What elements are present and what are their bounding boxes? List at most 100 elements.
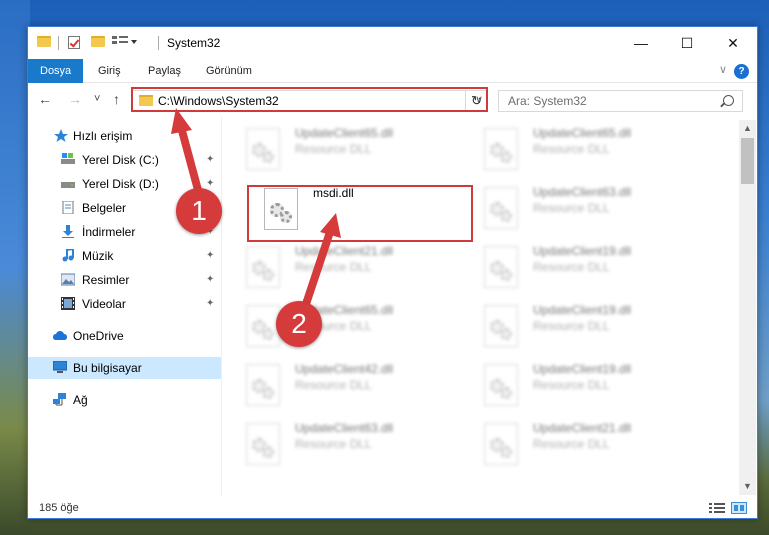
divider (158, 36, 159, 50)
file-name: UpdateClient19.dll (533, 303, 632, 317)
maximize-button[interactable]: ☐ (664, 27, 710, 59)
file-item[interactable]: UpdateClient65.dll Resource DLL (228, 297, 458, 353)
minimize-button[interactable]: — (618, 27, 664, 59)
title-bar: System32 — ☐ ✕ (28, 27, 757, 59)
search-box[interactable]: Ara: System32 (498, 90, 743, 112)
pin-icon[interactable]: ✦ (206, 274, 214, 285)
sidebar-item-onedrive[interactable]: OneDrive (28, 325, 221, 347)
sidebar-item-label: İndirmeler (82, 225, 136, 239)
drive-icon (61, 182, 75, 188)
large-icons-view-icon[interactable] (731, 502, 747, 514)
file-item[interactable]: UpdateClient19.dll Resource DLL (466, 297, 696, 353)
file-type: Resource DLL (533, 378, 610, 392)
sidebar-item-videos[interactable]: Videolar ✦ (28, 293, 221, 315)
file-type: Resource DLL (533, 319, 610, 333)
recent-locations-button[interactable]: ˅ (94, 93, 100, 105)
dll-file-icon (484, 246, 518, 288)
dll-file-icon (484, 305, 518, 347)
sidebar-item-label: Yerel Disk (C:) (82, 153, 159, 167)
close-button[interactable]: ✕ (710, 27, 756, 59)
file-item[interactable]: UpdateClient21.dll Resource DLL (466, 415, 696, 471)
divider (58, 36, 59, 50)
file-item[interactable]: UpdateClient21.dll Resource DLL (228, 238, 458, 294)
file-type: Resource DLL (295, 378, 372, 392)
folder-icon (37, 36, 51, 47)
sidebar-item-label: Müzik (82, 249, 114, 263)
file-type: Resource DLL (533, 437, 610, 451)
file-item[interactable]: UpdateClient19.dll Resource DLL (466, 356, 696, 412)
details-view-icon[interactable] (709, 502, 725, 514)
dll-file-icon (246, 364, 280, 406)
forward-button[interactable]: → (68, 91, 82, 107)
callout-step-2: 2 (276, 301, 322, 347)
sidebar-item-label: OneDrive (73, 329, 124, 343)
status-bar: 185 öğe (28, 497, 757, 519)
music-icon (62, 249, 74, 262)
desktop-background (0, 0, 30, 535)
tab-home[interactable]: Giriş (85, 59, 134, 83)
tab-file[interactable]: Dosya (28, 59, 83, 83)
sidebar-item-label: Belgeler (82, 201, 127, 215)
dll-file-icon (484, 187, 518, 229)
dll-file-icon (484, 364, 518, 406)
sidebar-item-network[interactable]: Ağ (28, 389, 221, 411)
file-type: Resource DLL (295, 142, 372, 156)
sidebar-item-local-disk-c[interactable]: Yerel Disk (C:) ✦ (28, 149, 221, 171)
tab-view[interactable]: Görünüm (193, 59, 265, 83)
file-name: UpdateClient65.dll (295, 126, 394, 140)
sidebar-item-music[interactable]: Müzik ✦ (28, 245, 221, 267)
customize-quick-access-icon[interactable] (112, 36, 137, 48)
pin-icon[interactable]: ✦ (206, 154, 214, 165)
dll-file-icon (246, 128, 280, 170)
video-icon (61, 297, 75, 310)
pin-icon[interactable]: ✦ (206, 298, 214, 309)
help-icon[interactable]: ? (734, 64, 749, 79)
tab-share[interactable]: Paylaş (135, 59, 194, 83)
file-item[interactable]: UpdateClient19.dll Resource DLL (466, 238, 696, 294)
star-icon (54, 129, 68, 142)
back-button[interactable]: ← (38, 91, 52, 107)
file-item[interactable]: UpdateClient65.dll Resource DLL (228, 120, 458, 176)
pin-icon[interactable]: ✦ (206, 250, 214, 261)
file-name: UpdateClient65.dll (533, 126, 632, 140)
pin-icon[interactable]: ✦ (206, 178, 214, 189)
file-highlight-box (247, 185, 473, 242)
file-name: UpdateClient21.dll (533, 421, 632, 435)
up-button[interactable]: ↑ (113, 91, 120, 107)
dll-file-icon (484, 423, 518, 465)
sidebar-item-label: Hızlı erişim (73, 129, 133, 143)
sidebar-item-label: Videolar (82, 297, 126, 311)
ribbon-tabs: Dosya Giriş Paylaş Görünüm ∨ ? (28, 59, 757, 83)
picture-icon (61, 273, 75, 286)
file-name: UpdateClient19.dll (533, 244, 632, 258)
sidebar-item-quick-access[interactable]: Hızlı erişim (28, 125, 221, 147)
scroll-up-button[interactable]: ▲ (739, 120, 756, 137)
vertical-scrollbar[interactable]: ▲ ▼ (739, 120, 756, 495)
sidebar-item-pictures[interactable]: Resimler ✦ (28, 269, 221, 291)
expand-ribbon-icon[interactable]: ∨ (719, 63, 727, 76)
file-name: UpdateClient19.dll (533, 362, 632, 376)
file-name: UpdateClient63.dll (295, 421, 394, 435)
drive-icon (61, 153, 75, 164)
navigation-pane: Hızlı erişim Yerel Disk (C:) ✦ Yerel Dis… (28, 123, 221, 493)
search-icon[interactable] (723, 95, 734, 106)
file-item[interactable]: UpdateClient42.dll Resource DLL (228, 356, 458, 412)
scroll-thumb[interactable] (741, 138, 754, 184)
network-icon (53, 393, 66, 406)
window-title: System32 (167, 36, 221, 50)
sidebar-item-label: Resimler (82, 273, 130, 287)
cloud-icon (53, 331, 67, 340)
file-item[interactable]: UpdateClient63.dll Resource DLL (466, 179, 696, 235)
file-item[interactable]: UpdateClient63.dll Resource DLL (228, 415, 458, 471)
file-item[interactable]: UpdateClient65.dll Resource DLL (466, 120, 696, 176)
sidebar-item-this-pc[interactable]: Bu bilgisayar (28, 357, 221, 379)
scroll-down-button[interactable]: ▼ (739, 478, 756, 495)
sidebar-item-label: Yerel Disk (D:) (82, 177, 159, 191)
search-input[interactable]: Ara: System32 (508, 94, 587, 108)
callout-step-1: 1 (176, 188, 222, 234)
dll-file-icon (246, 423, 280, 465)
file-name: UpdateClient42.dll (295, 362, 394, 376)
new-folder-icon[interactable] (91, 36, 105, 47)
file-type: Resource DLL (295, 437, 372, 451)
properties-icon[interactable] (68, 36, 80, 49)
